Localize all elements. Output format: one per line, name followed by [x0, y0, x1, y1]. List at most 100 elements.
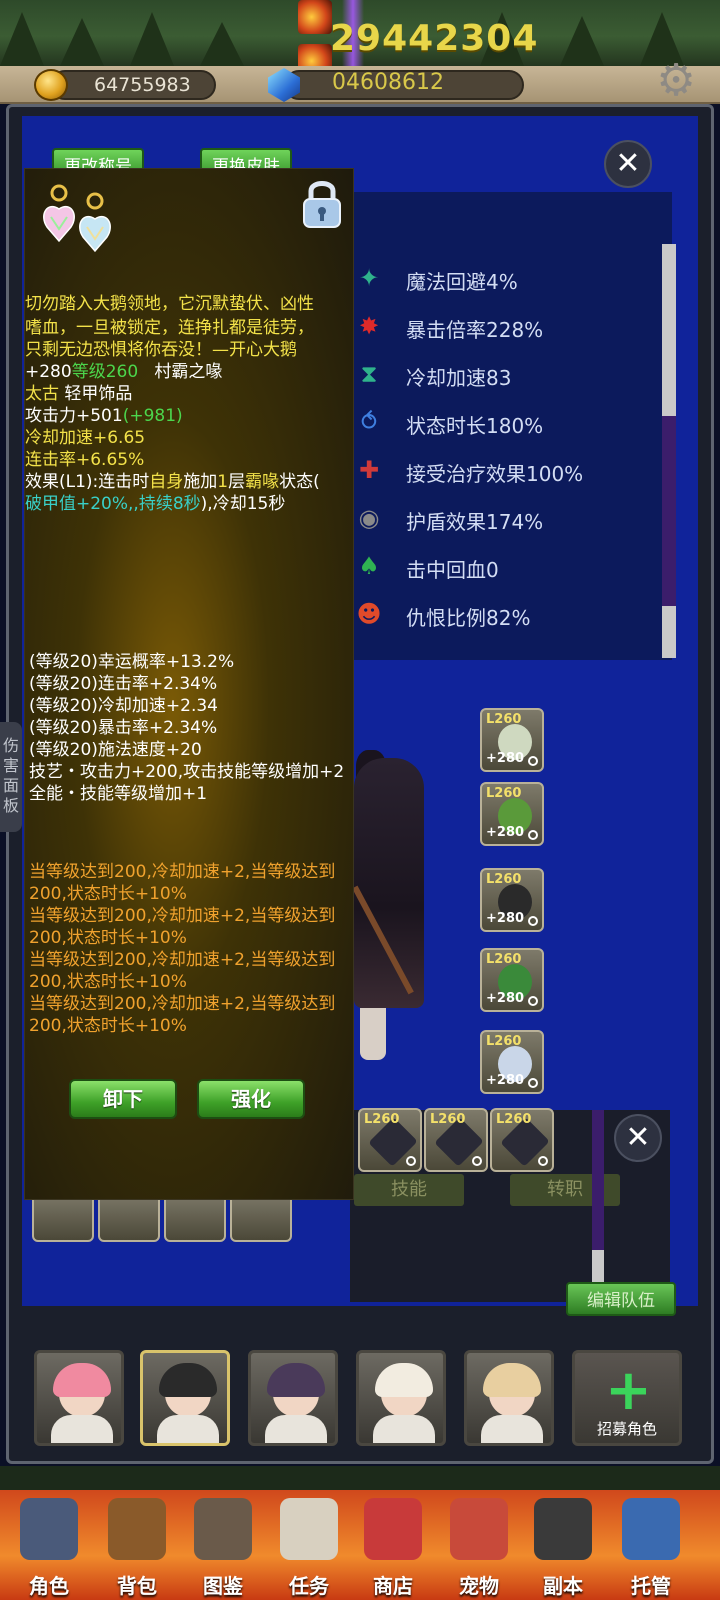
effect-text: 施加	[183, 472, 218, 492]
nav-shop[interactable]: 商店	[352, 1494, 434, 1598]
item-level: 等级260	[71, 362, 139, 382]
item-attack-bonus: (+981)	[122, 406, 183, 426]
nav-label: 图鉴	[203, 1574, 243, 1598]
nav-label: 任务	[289, 1574, 329, 1598]
equipment-slot[interactable]: L260 +280	[480, 1030, 544, 1094]
lock-icon[interactable]	[301, 177, 343, 229]
equipment-level: L260	[486, 1034, 522, 1049]
equipment-level: L260	[486, 712, 522, 727]
equipment-slot[interactable]: L260 +280	[480, 782, 544, 846]
nav-label: 宠物	[459, 1574, 499, 1598]
stats-scrollbar-thumb[interactable]	[662, 416, 676, 606]
lock-icon	[528, 996, 538, 1006]
stat-label: 接受治疗效果100%	[406, 462, 584, 486]
item-cooldown: 冷却加速+6.65	[25, 428, 146, 448]
item-affix: (等级20)连击率+2.34%	[29, 674, 218, 694]
equipment-slot[interactable]: L260 +280	[480, 868, 544, 932]
hero-body	[51, 1415, 113, 1443]
stats-scrollbar-track-bottom	[662, 606, 676, 658]
equipment-level: L260	[486, 952, 522, 967]
hero-hair	[267, 1363, 325, 1397]
equipment-slot[interactable]: L260 +280	[480, 708, 544, 772]
item-attack: 攻击力+501	[25, 406, 123, 426]
weapon-slot[interactable]: L260	[490, 1108, 554, 1172]
edit-team-button[interactable]: 编辑队伍	[566, 1282, 676, 1316]
settings-gear-icon[interactable]: ⚙	[652, 58, 700, 104]
stats-scrollbar-track-top	[662, 244, 676, 416]
hero-portrait[interactable]	[464, 1350, 554, 1446]
heal-received-icon: ✚	[358, 456, 380, 484]
stat-row: ✚ 接受治疗效果100%	[352, 450, 662, 490]
stat-label: 冷却加速83	[406, 366, 512, 390]
lock-icon	[528, 916, 538, 926]
skill-button[interactable]: 技能	[354, 1174, 464, 1206]
nav-label: 商店	[373, 1574, 413, 1598]
close-panel-button[interactable]: ✕	[604, 140, 652, 188]
character-icon	[20, 1498, 78, 1560]
nav-codex[interactable]: 图鉴	[182, 1494, 264, 1598]
enhance-button[interactable]: 强化	[197, 1079, 305, 1119]
hero-portrait[interactable]	[34, 1350, 124, 1446]
stat-label: 护盾效果174%	[406, 510, 544, 534]
nav-quests[interactable]: 任务	[268, 1494, 350, 1598]
item-affix: (等级20)冷却加速+2.34	[29, 696, 218, 716]
weapon-level: L260	[496, 1112, 532, 1127]
stat-row: ⥀ 状态时长180%	[352, 402, 662, 442]
item-name: 村霸之喙	[154, 362, 223, 382]
nav-label: 副本	[543, 1574, 583, 1598]
unequip-button[interactable]: 卸下	[69, 1079, 177, 1119]
plus-icon: +	[605, 1358, 652, 1423]
item-effect-line-2: 破甲值+20%,,持续8秒),冷却15秒	[25, 493, 285, 515]
set-bonus-line: 当等级达到200,冷却加速+2,当等级达到	[29, 994, 336, 1014]
item-description: 只剩无边恐惧将你吞没！—开心大鹅	[25, 340, 297, 360]
calendar-icon	[622, 1498, 680, 1560]
hero-portrait[interactable]	[248, 1350, 338, 1446]
equipment-plus: +280	[486, 1073, 525, 1088]
nav-character[interactable]: 角色	[8, 1494, 90, 1598]
equipment-slot[interactable]: L260 +280	[480, 948, 544, 1012]
stat-row: ✦ 魔法回避4%	[352, 258, 662, 298]
stat-row: ◉ 护盾效果174%	[352, 498, 662, 538]
nav-pets[interactable]: 宠物	[438, 1494, 520, 1598]
nav-label: 角色	[29, 1574, 69, 1598]
recruit-label: 招募角色	[596, 1420, 657, 1438]
nav-backpack[interactable]: 背包	[96, 1494, 178, 1598]
nav-auto[interactable]: 托管	[610, 1494, 692, 1598]
equipment-plus: +280	[486, 991, 525, 1006]
set-bonus-line: 当等级达到200,冷却加速+2,当等级达到	[29, 906, 336, 926]
weapon-level: L260	[364, 1112, 400, 1127]
stat-label: 暴击倍率228%	[406, 318, 544, 342]
magic-dodge-icon: ✦	[358, 264, 380, 292]
stat-label: 击中回血0	[406, 558, 499, 582]
hero-body	[157, 1415, 219, 1443]
weapon-slot[interactable]: L260	[358, 1108, 422, 1172]
hero-hair	[375, 1363, 433, 1397]
item-description: 嗜血，一旦被锁定，连挣扎都是徒劳，	[25, 318, 314, 338]
nav-dungeon[interactable]: 副本	[522, 1494, 604, 1598]
item-quality: 太古	[25, 384, 59, 404]
weapon-slot[interactable]: L260	[424, 1108, 488, 1172]
item-type-line: 太古 轻甲饰品	[25, 383, 132, 405]
item-affix: 全能・技能等级增加+1	[29, 784, 208, 804]
stat-row: ♠ 击中回血0	[352, 546, 662, 586]
hero-portrait[interactable]	[356, 1350, 446, 1446]
recruit-hero-button[interactable]: + 招募角色	[572, 1350, 682, 1446]
equipment-plus: +280	[486, 751, 525, 766]
backpack-icon	[108, 1498, 166, 1560]
effect-stacks: 1	[217, 472, 229, 492]
effect-text: 层	[228, 472, 246, 492]
hero-hair	[53, 1363, 111, 1397]
earring-icon	[43, 184, 111, 253]
close-inventory-button[interactable]: ✕	[614, 1114, 662, 1162]
lock-icon	[528, 1078, 538, 1088]
stat-label: 状态时长180%	[406, 414, 544, 438]
hero-portrait-selected[interactable]	[140, 1350, 230, 1446]
stat-label: 仇恨比例82%	[406, 606, 531, 630]
inventory-scrollbar[interactable]	[592, 1110, 604, 1250]
lifesteal-icon: ♠	[358, 552, 380, 580]
skull-icon	[534, 1498, 592, 1560]
stat-row: ⧗ 冷却加速83	[352, 354, 662, 394]
character-model[interactable]	[354, 758, 424, 1008]
hero-body	[373, 1415, 435, 1443]
damage-panel-tab[interactable]: 伤害面板	[0, 722, 22, 832]
